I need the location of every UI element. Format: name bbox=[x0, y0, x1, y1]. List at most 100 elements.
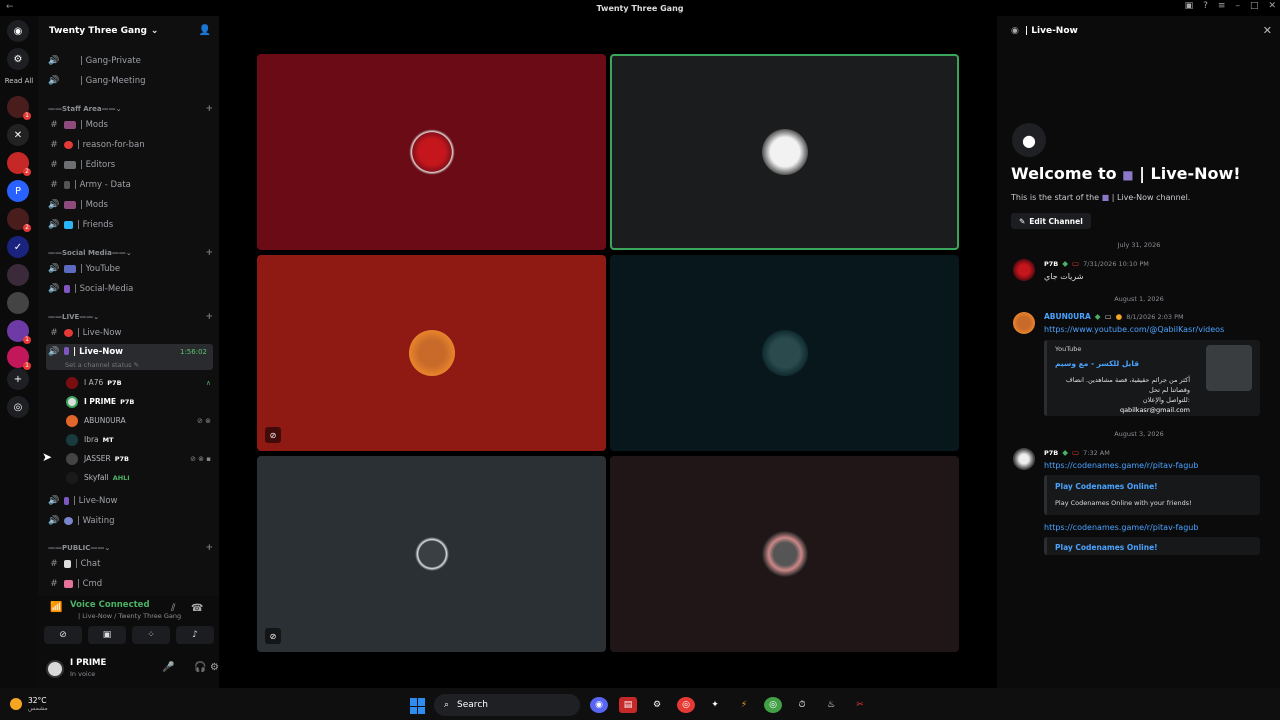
add-channel-icon[interactable]: + bbox=[205, 312, 213, 322]
avatar[interactable] bbox=[1013, 312, 1035, 334]
channel-social-media[interactable]: 🔊 | Social-Media bbox=[46, 280, 213, 298]
maximize-button[interactable]: □ bbox=[1250, 1, 1259, 11]
category-staff[interactable]: —— Staff Area ——⌄ + bbox=[48, 102, 213, 116]
voice-user[interactable]: JASSER P7B ⊘ ⊗ ▪ bbox=[66, 450, 211, 467]
voice-actions: ⊘ ▣ ⁘ ♪ bbox=[44, 626, 214, 644]
voice-user[interactable]: I A76 P7B ∧ bbox=[66, 374, 211, 391]
headphones-icon[interactable]: 🎧 bbox=[194, 662, 206, 673]
server-icon[interactable]: 1 bbox=[7, 96, 31, 120]
voice-user[interactable]: Ibra MT bbox=[66, 431, 211, 448]
participant-tile-speaking[interactable] bbox=[610, 54, 959, 250]
activities-button[interactable]: ⁘ bbox=[132, 626, 170, 644]
avatar[interactable] bbox=[46, 660, 64, 678]
chat-channel-name: | Live-Now bbox=[1024, 26, 1078, 36]
voice-user[interactable]: Skyfall AHLI bbox=[66, 469, 211, 486]
back-arrow-icon[interactable]: ← bbox=[6, 2, 14, 12]
chrome-icon[interactable]: ◎ bbox=[677, 697, 695, 713]
discord-app-icon[interactable]: ◉ bbox=[590, 697, 608, 713]
chrome-canary-icon[interactable]: ◎ bbox=[764, 697, 782, 713]
server-icon[interactable]: P bbox=[7, 180, 29, 202]
server-icon[interactable] bbox=[7, 292, 29, 314]
channel-status-prompt[interactable]: Set a channel status ✎ bbox=[65, 361, 139, 369]
add-server-icon[interactable]: + bbox=[7, 368, 29, 390]
server-icon[interactable]: 2 bbox=[7, 208, 31, 232]
microphone-icon[interactable]: 🎤 bbox=[162, 662, 174, 673]
server-icon[interactable]: 1 bbox=[7, 346, 31, 370]
settings-app-icon[interactable]: ⚙ bbox=[648, 697, 666, 713]
category-social-media[interactable]: —— Social Media ——⌄ + bbox=[48, 246, 213, 260]
add-channel-icon[interactable]: + bbox=[205, 543, 213, 553]
channel-army-data[interactable]: # | Army - Data bbox=[46, 176, 213, 194]
channel-mods-voice[interactable]: 🔊 | Mods bbox=[46, 196, 213, 214]
steam-icon[interactable]: ♨ bbox=[822, 697, 840, 713]
embed-title[interactable]: قابل للكسر - مع وسيم bbox=[1055, 359, 1139, 368]
channel-cmd[interactable]: # | Cmd bbox=[46, 575, 213, 593]
channel-chat[interactable]: # | Chat bbox=[46, 555, 213, 573]
server-header[interactable]: Twenty Three Gang ⌄ 👤 bbox=[38, 16, 219, 46]
screen-share-button[interactable]: ▣ bbox=[88, 626, 126, 644]
channel-reason-for-ban[interactable]: # | reason-for-ban bbox=[46, 136, 213, 154]
add-channel-icon[interactable]: + bbox=[205, 248, 213, 258]
app-icon[interactable]: ✂ bbox=[851, 697, 869, 713]
voice-user[interactable]: I PRIME P7B bbox=[66, 393, 211, 410]
help-icon[interactable]: ? bbox=[1203, 1, 1208, 11]
channel-mods[interactable]: # | Mods bbox=[46, 116, 213, 134]
windows-start-icon[interactable] bbox=[410, 698, 426, 714]
app-icon[interactable]: ✦ bbox=[706, 697, 724, 713]
settings-gear-icon[interactable]: ⚙ bbox=[210, 662, 219, 673]
server-icon[interactable]: 1 bbox=[7, 320, 31, 344]
avatar[interactable] bbox=[1013, 259, 1035, 281]
read-all-button[interactable]: Read All bbox=[0, 77, 38, 85]
message-link[interactable]: https://codenames.game/r/pitav-fagub bbox=[1044, 461, 1198, 470]
avatar[interactable] bbox=[1013, 448, 1035, 470]
discover-icon[interactable]: ◎ bbox=[7, 396, 29, 418]
channel-live-now-voice-2[interactable]: 🔊 | Live-Now bbox=[46, 492, 213, 510]
inbox-icon[interactable]: ▣ bbox=[1185, 1, 1194, 11]
edit-channel-button[interactable]: ✎ Edit Channel bbox=[1011, 213, 1091, 229]
disconnect-icon[interactable]: ☎ bbox=[191, 603, 203, 614]
participant-tile[interactable] bbox=[610, 255, 959, 451]
add-user-icon[interactable]: 👤 bbox=[199, 25, 211, 36]
close-window-button[interactable]: ✕ bbox=[1268, 1, 1276, 11]
embed-thumbnail[interactable] bbox=[1206, 345, 1252, 391]
channel-live-now-text[interactable]: # | Live-Now bbox=[46, 324, 213, 342]
server-icon[interactable]: ✕ bbox=[7, 124, 29, 146]
server-icon[interactable] bbox=[7, 264, 29, 286]
app-icon[interactable]: ▤ bbox=[619, 697, 637, 713]
pin-icon[interactable]: ≡ bbox=[1218, 1, 1226, 11]
message-link[interactable]: https://codenames.game/r/pitav-fagub bbox=[1044, 523, 1198, 532]
app-icon[interactable]: ⏱ bbox=[793, 697, 811, 713]
close-icon[interactable]: ✕ bbox=[1263, 24, 1272, 37]
voice-location[interactable]: | Live-Now / Twenty Three Gang bbox=[78, 612, 181, 620]
channel-gang-private[interactable]: 🔊 | Gang-Private bbox=[46, 52, 213, 70]
embed-title[interactable]: Play Codenames Online! bbox=[1055, 482, 1158, 491]
taskbar-search[interactable]: ⌕ Search bbox=[434, 694, 580, 716]
minimize-button[interactable]: – bbox=[1235, 1, 1240, 11]
participant-tile[interactable]: ⊘ bbox=[257, 255, 606, 451]
noise-suppression-icon[interactable]: ⫽ bbox=[171, 603, 175, 614]
channel-editors[interactable]: # | Editors bbox=[46, 156, 213, 174]
participant-tile[interactable] bbox=[257, 54, 606, 250]
category-public[interactable]: —— PUBLIC ——⌄ + bbox=[48, 541, 213, 555]
app-icon[interactable]: ⚡ bbox=[735, 697, 753, 713]
voice-user[interactable]: ABUN0URA ⊘ ⊗ bbox=[66, 412, 211, 429]
server-icon[interactable]: 2 bbox=[7, 152, 31, 176]
message-link[interactable]: https://www.youtube.com/@QabilKasr/video… bbox=[1044, 325, 1224, 334]
participant-tile[interactable]: ⊘ bbox=[257, 456, 606, 652]
soundboard-button[interactable]: ♪ bbox=[176, 626, 214, 644]
category-live[interactable]: —— LIVE ——⌄ + bbox=[48, 310, 213, 324]
server-icon[interactable]: ✓ bbox=[7, 236, 29, 258]
channel-gang-meeting[interactable]: 🔊 | Gang-Meeting bbox=[46, 72, 213, 90]
embed-title[interactable]: Play Codenames Online! bbox=[1055, 543, 1158, 552]
channel-waiting[interactable]: 🔊 | Waiting bbox=[46, 512, 213, 530]
channel-friends[interactable]: 🔊 | Friends bbox=[46, 216, 213, 234]
camera-button[interactable]: ⊘ bbox=[44, 626, 82, 644]
participant-tile[interactable] bbox=[610, 456, 959, 652]
voice-status[interactable]: Voice Connected bbox=[70, 600, 150, 610]
gear-icon[interactable]: ⚙ bbox=[7, 48, 29, 70]
channel-youtube[interactable]: 🔊 | YouTube bbox=[46, 260, 213, 278]
discord-home-icon[interactable]: ◉ bbox=[7, 20, 29, 42]
role-icon: ● bbox=[1115, 312, 1123, 321]
weather-widget[interactable]: 32°C مشمس bbox=[10, 696, 48, 712]
add-channel-icon[interactable]: + bbox=[205, 104, 213, 114]
